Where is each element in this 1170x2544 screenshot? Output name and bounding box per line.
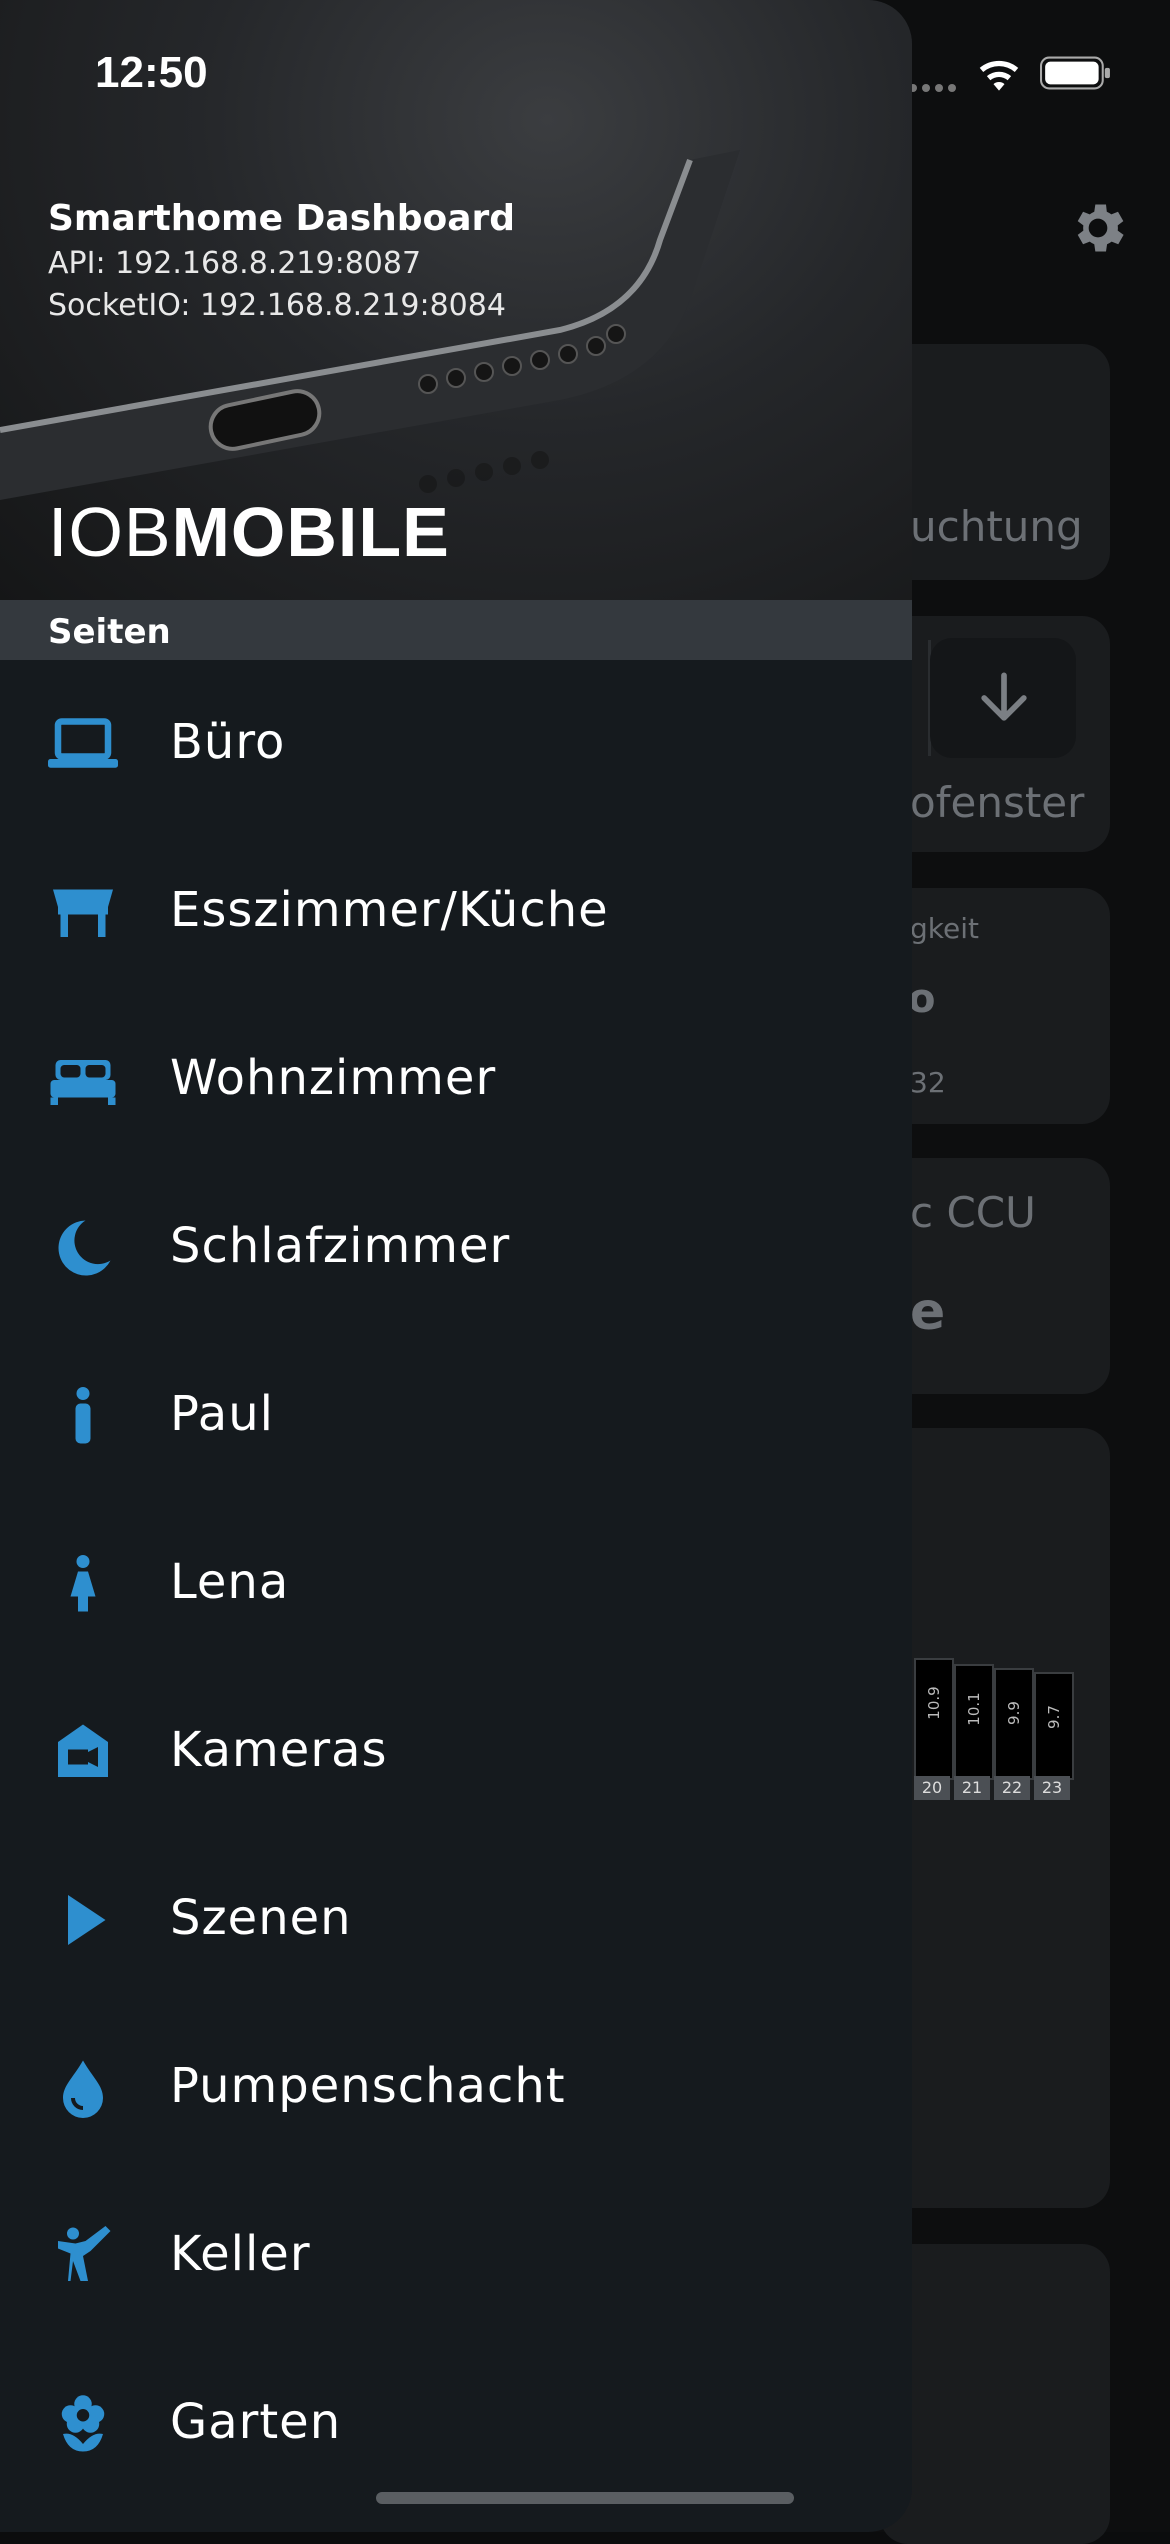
menu-item-label: Szenen [170, 1890, 352, 1946]
mini-chart-value: 9.7 [1045, 1705, 1063, 1729]
menu-item-label: Lena [170, 1554, 290, 1610]
card-lighting-label: uchtung [910, 502, 1083, 551]
card-humidity-label: gkeit [910, 912, 979, 945]
brand-logo: IOBMOBILE [48, 492, 450, 572]
settings-gear-icon[interactable] [1066, 196, 1130, 260]
dashboard-card-humidity[interactable]: gkeit o 32 [880, 888, 1110, 1124]
mini-chart-value: 10.9 [925, 1686, 943, 1720]
menu-item-label: Kameras [170, 1722, 388, 1778]
card-humidity-value: o [908, 976, 936, 1022]
menu-item-label: Garten [170, 2394, 342, 2450]
socketio-address: SocketIO: 192.168.8.219:8084 [48, 288, 506, 323]
menu-item-paul[interactable]: Paul [0, 1332, 912, 1500]
card-ccu-label: c CCU [910, 1188, 1036, 1237]
water-drop-icon [63, 2060, 103, 2118]
mini-chart-bar: 9.9 [994, 1668, 1034, 1780]
table-icon [53, 889, 113, 937]
mini-chart-value: 10.1 [965, 1692, 983, 1726]
wifi-icon [979, 60, 1019, 91]
dashboard-card-bottom[interactable] [880, 2244, 1110, 2544]
app-title: Smarthome Dashboard [48, 198, 516, 239]
arrow-down-icon [981, 672, 1027, 721]
menu-item-lena[interactable]: Lena [0, 1500, 912, 1668]
menu-item-label: Keller [170, 2226, 311, 2282]
menu-item-szenen[interactable]: Szenen [0, 1836, 912, 2004]
down-arrow-button[interactable] [930, 638, 1076, 758]
menu-item-label: Wohnzimmer [170, 1050, 497, 1106]
dashboard-card-lighting[interactable]: uchtung [880, 344, 1110, 580]
battery-icon [1040, 56, 1110, 90]
male-icon [75, 1387, 91, 1444]
mini-chart-label: 21 [954, 1776, 990, 1800]
menu-item-label: Esszimmer/Küche [170, 882, 609, 938]
flower-icon [61, 2395, 105, 2452]
mini-chart-value: 9.9 [1005, 1701, 1023, 1725]
menu-item-garten[interactable]: Garten [0, 2340, 912, 2508]
mini-chart-bar: 10.1 [954, 1664, 994, 1780]
karate-icon [58, 2226, 111, 2281]
female-icon [70, 1555, 96, 1612]
menu-item-label: Pumpenschacht [170, 2058, 566, 2114]
menu-item-wohnzimmer[interactable]: Wohnzimmer [0, 996, 912, 1164]
laptop-icon [48, 718, 118, 768]
menu-item-label: Schlafzimmer [170, 1218, 511, 1274]
menu-item-pumpenschacht[interactable]: Pumpenschacht [0, 2004, 912, 2172]
camera-house-icon [58, 1724, 108, 1777]
card-window-label: ofenster [910, 778, 1085, 827]
menu-item-schlafzimmer[interactable]: Schlafzimmer [0, 1164, 912, 1332]
menu-item-kameras[interactable]: Kameras [0, 1668, 912, 1836]
section-header: Seiten [0, 600, 912, 660]
menu-item-esszimmer[interactable]: Esszimmer/Küche [0, 828, 912, 996]
mini-chart-bar: 9.7 [1034, 1672, 1074, 1780]
bed-icon [50, 1060, 116, 1105]
play-icon [68, 1895, 106, 1945]
menu-item-label: Büro [170, 714, 286, 770]
menu-item-label: Paul [170, 1386, 274, 1442]
brand-light: IOB [48, 493, 172, 571]
navigation-drawer[interactable]: Smarthome Dashboard API: 192.168.8.219:8… [0, 0, 912, 2532]
brand-bold: MOBILE [171, 493, 450, 571]
api-address: API: 192.168.8.219:8087 [48, 246, 422, 281]
menu-item-buero[interactable]: Büro [0, 660, 912, 828]
card-humidity-sub: 32 [910, 1066, 946, 1099]
moon-icon [58, 1220, 111, 1276]
mini-chart-label: 20 [914, 1776, 950, 1800]
mini-chart-bar: 10.9 [914, 1658, 954, 1780]
mini-chart-label: 23 [1034, 1776, 1070, 1800]
dashboard-card-chart[interactable]: 10.9 20 10.1 21 9.9 22 9.7 23 [880, 1428, 1110, 2208]
signal-dots-icon [908, 78, 958, 92]
menu-item-keller[interactable]: Keller [0, 2172, 912, 2340]
home-indicator[interactable] [376, 2492, 794, 2504]
section-label: Seiten [48, 612, 171, 652]
card-ccu-value: e [910, 1282, 946, 1342]
dashboard-card-ccu[interactable]: c CCU e [880, 1158, 1110, 1394]
mini-chart-label: 22 [994, 1776, 1030, 1800]
status-time: 12:50 [95, 48, 208, 97]
